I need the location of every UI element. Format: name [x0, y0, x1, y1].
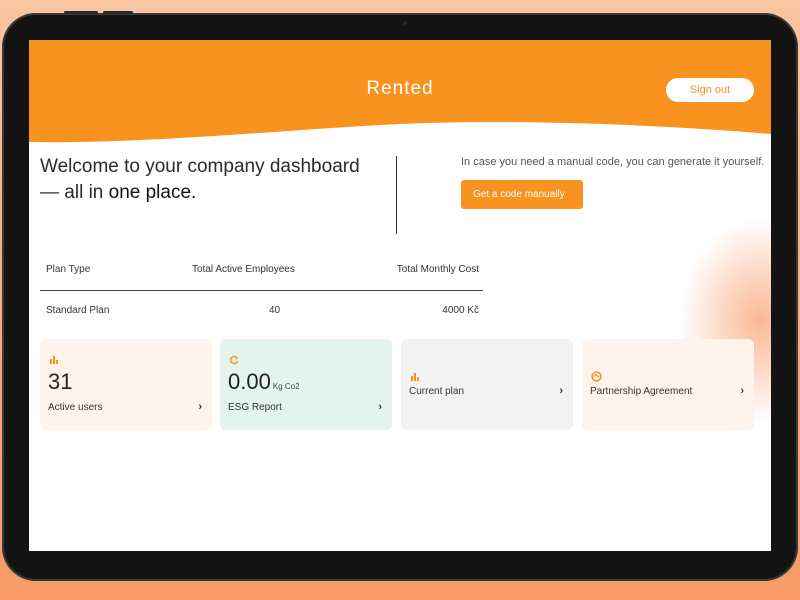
cell-active-employees: 40 — [269, 305, 281, 316]
power-button — [103, 11, 133, 14]
active-users-value: 31 — [48, 369, 73, 394]
partnership-agreement-label: Partnership Agreement — [590, 386, 693, 397]
esg-value: 0.00 Kg Co2 — [228, 369, 300, 395]
vertical-divider — [396, 156, 397, 234]
chevron-right-icon: › — [740, 385, 744, 397]
esg-report-card[interactable]: 0.00 Kg Co2 ESG Report › — [220, 339, 392, 430]
esg-report-label: ESG Report — [228, 402, 282, 413]
current-plan-label: Current plan — [409, 386, 465, 397]
current-plan-card[interactable]: Current plan › — [401, 339, 573, 430]
bar-chart-icon — [50, 356, 58, 364]
esg-number: 0.00 — [228, 369, 271, 394]
cell-monthly-cost: 4000 Kč — [442, 305, 479, 316]
welcome-line-2-prefix: — all in — [40, 182, 104, 203]
header-monthly-cost: Total Monthly Cost — [396, 264, 479, 275]
brand-title: Rented — [366, 78, 434, 99]
handshake-icon — [591, 371, 602, 382]
header-plan-type: Plan Type — [46, 264, 91, 275]
summary-cards: 31 Active users › 0.00 Kg Co2 ESG Report … — [40, 339, 754, 431]
bar-chart-icon — [411, 373, 419, 381]
esg-unit: Kg Co2 — [272, 382, 300, 391]
volume-button — [64, 11, 98, 14]
plan-table-header: Plan Type Total Active Employees Total M… — [40, 260, 483, 291]
sign-out-button[interactable]: Sign out — [666, 78, 754, 102]
partnership-agreement-card[interactable]: Partnership Agreement › — [582, 339, 754, 430]
header-active-employees: Total Active Employees — [192, 264, 295, 275]
camera-dot — [403, 21, 407, 25]
welcome-line-1: Welcome to your company dashboard — [40, 156, 360, 177]
get-code-button[interactable]: Get a code manually — [461, 180, 583, 209]
table-row: Standard Plan 40 4000 Kč — [40, 301, 483, 325]
screen: Rented Sign out Welcome to your company … — [29, 40, 771, 551]
cell-plan-type: Standard Plan — [46, 305, 110, 316]
header: Rented Sign out — [29, 40, 771, 150]
manual-code-hint: In case you need a manual code, you can … — [461, 156, 765, 168]
plan-table: Plan Type Total Active Employees Total M… — [40, 260, 483, 325]
active-users-card[interactable]: 31 Active users › — [40, 339, 212, 430]
refresh-icon — [229, 355, 239, 365]
chevron-right-icon: › — [378, 401, 382, 413]
welcome-heading: Welcome to your company dashboard — all … — [40, 154, 385, 206]
active-users-label: Active users — [48, 402, 103, 413]
chevron-right-icon: › — [198, 401, 202, 413]
welcome-line-2: — all in one place. — [40, 180, 385, 206]
welcome-line-2-emphasis: one place. — [108, 182, 197, 203]
chevron-right-icon: › — [559, 385, 563, 397]
